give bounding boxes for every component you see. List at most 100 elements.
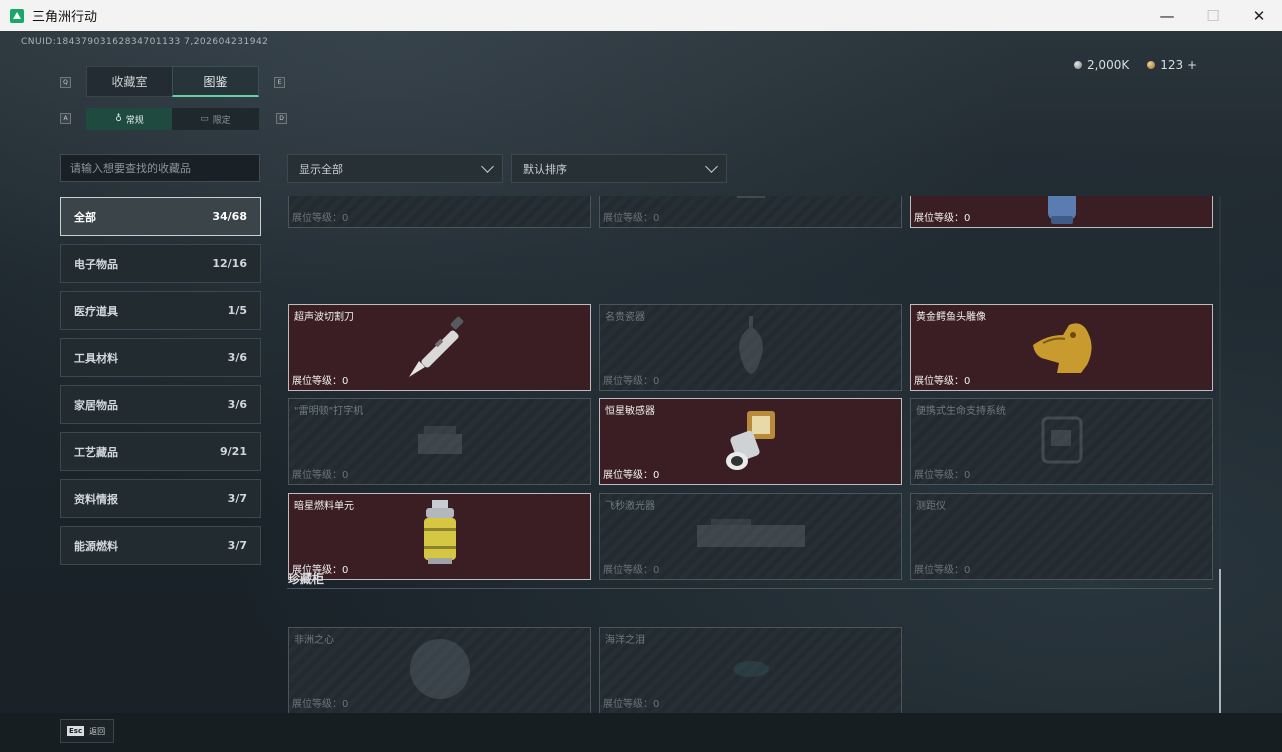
category-count: 1/5	[227, 304, 247, 317]
category-label: 工具材料	[74, 351, 118, 365]
tab-limited[interactable]: ▭ 限定	[172, 108, 259, 130]
item-name: 便携式生命支持系统	[916, 406, 1006, 417]
category-label: 医疗道具	[74, 304, 118, 318]
window-titlebar: 三角洲行动 — ☐ ✕	[0, 0, 1282, 32]
category-label: 工艺藏品	[74, 445, 118, 459]
category-household[interactable]: 家居物品 3/6	[60, 385, 261, 424]
laser-icon	[691, 515, 811, 559]
item-card[interactable]: 恒星敏感器 展位等级：0	[599, 398, 902, 485]
item-level: 展位等级：0	[603, 699, 660, 710]
chevron-down-icon	[705, 160, 718, 173]
unknown-item-icon	[726, 196, 776, 207]
item-card[interactable]: 展位等级：0	[599, 196, 902, 228]
item-level: 展位等级：0	[914, 376, 971, 387]
flame-icon: ♁	[115, 114, 122, 124]
tab-codex[interactable]: 图鉴	[172, 66, 259, 97]
item-level: 展位等级：0	[292, 699, 349, 710]
tab-regular-label: 常规	[125, 115, 144, 126]
category-count: 12/16	[212, 257, 247, 270]
item-level: 展位等级：0	[292, 470, 349, 481]
item-level: 展位等级：0	[914, 565, 971, 576]
window-controls: — ☐ ✕	[1144, 0, 1282, 31]
category-count: 3/6	[227, 398, 247, 411]
category-count: 3/7	[227, 492, 247, 505]
item-level: 展位等级：0	[292, 213, 349, 224]
category-count: 3/6	[227, 351, 247, 364]
app-logo-icon	[10, 8, 24, 23]
item-name: 暗星燃料单元	[294, 501, 354, 512]
treasure-card[interactable]: 非洲之心 展位等级：0	[288, 627, 591, 714]
bottom-bar	[0, 713, 1282, 752]
item-name: 黄金鳄鱼头雕像	[916, 312, 986, 323]
gold-coin-icon	[1147, 61, 1156, 69]
tab-limited-label: 限定	[212, 115, 231, 126]
item-level: 展位等级：0	[603, 470, 660, 481]
scrollbar-thumb[interactable]	[1219, 569, 1221, 716]
teardrop-gem-icon	[726, 654, 776, 688]
item-name: 海洋之泪	[605, 635, 645, 646]
section-divider	[287, 588, 1213, 589]
treasure-card[interactable]: 海洋之泪 展位等级：0	[599, 627, 902, 714]
display-filter-value: 显示全部	[299, 162, 343, 176]
a-key-hint: A	[60, 113, 71, 124]
item-level: 展位等级：0	[603, 376, 660, 387]
item-name: 飞秒激光器	[605, 501, 655, 512]
tab-collection-room[interactable]: 收藏室	[86, 66, 173, 97]
ticket-icon: ▭	[200, 114, 209, 124]
golden-crocodile-statue-icon	[1029, 319, 1095, 379]
search-input[interactable]	[60, 154, 260, 182]
item-name: 名贵瓷器	[605, 312, 645, 323]
category-all[interactable]: 全部 34/68	[60, 197, 261, 236]
item-card[interactable]: 飞秒激光器 展位等级：0	[599, 493, 902, 580]
sort-dropdown[interactable]: 默认排序	[511, 154, 727, 183]
display-filter-dropdown[interactable]: 显示全部	[287, 154, 503, 183]
category-tools[interactable]: 工具材料 3/6	[60, 338, 261, 377]
category-energy[interactable]: 能源燃料 3/7	[60, 526, 261, 565]
category-count: 3/7	[227, 539, 247, 552]
gas-canister-icon	[1044, 196, 1080, 227]
item-card[interactable]: "雷明顿"打字机 展位等级：0	[288, 398, 591, 485]
item-level: 展位等级：0	[914, 213, 971, 224]
category-medical[interactable]: 医疗道具 1/5	[60, 291, 261, 330]
gold-currency[interactable]: 123 +	[1147, 58, 1197, 72]
silver-coin-icon	[1073, 61, 1082, 69]
item-name: 非洲之心	[294, 635, 334, 646]
esc-key-icon: Esc	[67, 726, 85, 736]
category-list: 全部 34/68 电子物品 12/16 医疗道具 1/5 工具材料 3/6 家居…	[60, 197, 261, 573]
item-card[interactable]: 展位等级：0	[288, 196, 591, 228]
close-button[interactable]: ✕	[1236, 0, 1282, 31]
maximize-button[interactable]: ☐	[1190, 0, 1236, 31]
item-level: 展位等级：0	[603, 213, 660, 224]
item-card[interactable]: 暗星燃料单元 展位等级：0	[288, 493, 591, 580]
item-level: 展位等级：0	[603, 565, 660, 576]
category-crafts[interactable]: 工艺藏品 9/21	[60, 432, 261, 471]
item-name: "雷明顿"打字机	[294, 406, 364, 417]
item-card[interactable]: 名贵瓷器 展位等级：0	[599, 304, 902, 391]
item-name: 测距仪	[916, 501, 946, 512]
gold-amount[interactable]: 123 +	[1160, 58, 1197, 72]
chevron-down-icon	[481, 160, 494, 173]
category-label: 家居物品	[74, 398, 118, 412]
tab-regular[interactable]: ♁ 常规	[86, 108, 173, 130]
typewriter-icon	[410, 420, 470, 464]
category-label: 能源燃料	[74, 539, 118, 553]
item-card[interactable]: 便携式生命支持系统 展位等级：0	[910, 398, 1213, 485]
item-card[interactable]: 测距仪 展位等级：0	[910, 493, 1213, 580]
category-electronics[interactable]: 电子物品 12/16	[60, 244, 261, 283]
star-sensor-icon	[721, 407, 781, 477]
item-card[interactable]: 黄金鳄鱼头雕像 展位等级：0	[910, 304, 1213, 391]
category-intel[interactable]: 资料情报 3/7	[60, 479, 261, 518]
item-name: 恒星敏感器	[605, 406, 655, 417]
category-count: 34/68	[212, 210, 247, 223]
item-card[interactable]: 超声波切割刀 展位等级：0	[288, 304, 591, 391]
item-level: 展位等级：0	[292, 376, 349, 387]
item-card[interactable]: 展位等级：0	[910, 196, 1213, 228]
minimize-button[interactable]: —	[1144, 0, 1190, 31]
category-label: 资料情报	[74, 492, 118, 506]
category-label: 电子物品	[74, 257, 118, 271]
fuel-cell-icon	[420, 499, 460, 570]
currency-bar: 2,000K 123 +	[1073, 58, 1197, 72]
d-key-hint: D	[276, 113, 287, 124]
category-count: 9/21	[220, 445, 247, 458]
back-button[interactable]: Esc 返回	[60, 719, 114, 743]
